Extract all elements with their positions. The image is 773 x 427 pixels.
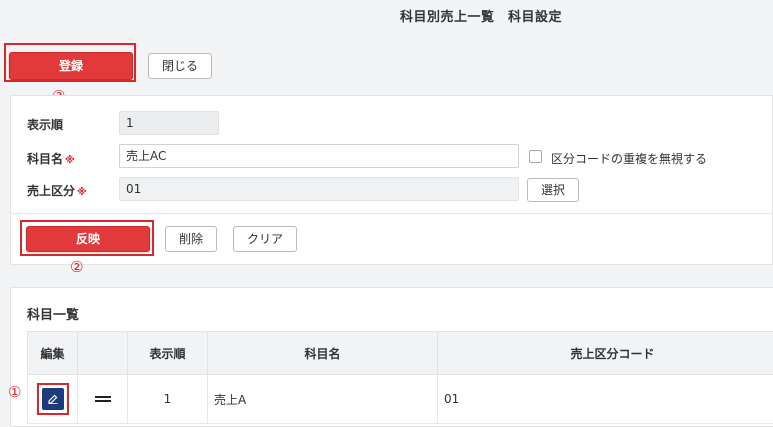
column-header-name: 科目名 bbox=[208, 332, 438, 375]
column-header-order: 表示順 bbox=[128, 332, 208, 375]
list-title: 科目一覧 bbox=[27, 304, 79, 323]
display-order-field: 1 bbox=[119, 111, 219, 135]
drag-handle-cell bbox=[78, 375, 128, 424]
close-button[interactable]: 閉じる bbox=[148, 53, 212, 79]
display-order-label: 表示順 bbox=[27, 116, 63, 133]
ignore-duplicate-checkbox[interactable] bbox=[529, 150, 542, 163]
name-cell: 売上A bbox=[208, 375, 438, 424]
sales-category-label: 売上区分※ bbox=[27, 182, 87, 199]
table-row: 1 売上A 01 bbox=[28, 375, 773, 424]
code-cell: 01 bbox=[438, 375, 773, 424]
column-header-code: 売上区分コード bbox=[438, 332, 773, 375]
sales-category-field: 01 bbox=[119, 177, 519, 201]
subject-table: 編集 表示順 科目名 売上区分コード bbox=[27, 331, 773, 424]
ignore-duplicate-label: 区分コードの重複を無視する bbox=[551, 150, 707, 167]
annotation-number-1: ① bbox=[8, 383, 21, 401]
edit-button[interactable] bbox=[42, 388, 64, 410]
form-divider bbox=[11, 213, 772, 214]
required-mark: ※ bbox=[65, 155, 75, 166]
clear-button[interactable]: クリア bbox=[233, 226, 297, 252]
page-title: 科目別売上一覧 科目設定 bbox=[0, 6, 773, 25]
table-header-row: 編集 表示順 科目名 売上区分コード bbox=[28, 332, 773, 375]
annotation-box-2 bbox=[20, 220, 154, 256]
subject-name-label: 科目名※ bbox=[27, 150, 75, 167]
select-button[interactable]: 選択 bbox=[527, 178, 579, 202]
annotation-box-3 bbox=[4, 43, 136, 82]
drag-handle-icon[interactable] bbox=[95, 395, 111, 403]
sales-category-label-text: 売上区分 bbox=[27, 184, 75, 198]
order-cell: 1 bbox=[128, 375, 208, 424]
required-mark: ※ bbox=[77, 187, 87, 198]
annotation-box-1 bbox=[37, 383, 69, 415]
toolbar: 登録 閉じる ③ bbox=[0, 38, 773, 93]
column-header-edit: 編集 bbox=[28, 332, 78, 375]
column-header-handle bbox=[78, 332, 128, 375]
edit-cell bbox=[28, 375, 78, 424]
list-panel: 科目一覧 編集 表示順 科目名 売上区分コード bbox=[10, 287, 773, 427]
annotation-number-2: ② bbox=[70, 258, 83, 276]
form-panel: 表示順 1 科目名※ 売上AC 区分コードの重複を無視する 売上区分※ 01 選… bbox=[10, 95, 773, 265]
subject-name-input[interactable]: 売上AC bbox=[119, 144, 519, 168]
edit-icon bbox=[48, 394, 58, 404]
delete-button[interactable]: 削除 bbox=[165, 226, 217, 252]
subject-name-label-text: 科目名 bbox=[27, 152, 63, 166]
